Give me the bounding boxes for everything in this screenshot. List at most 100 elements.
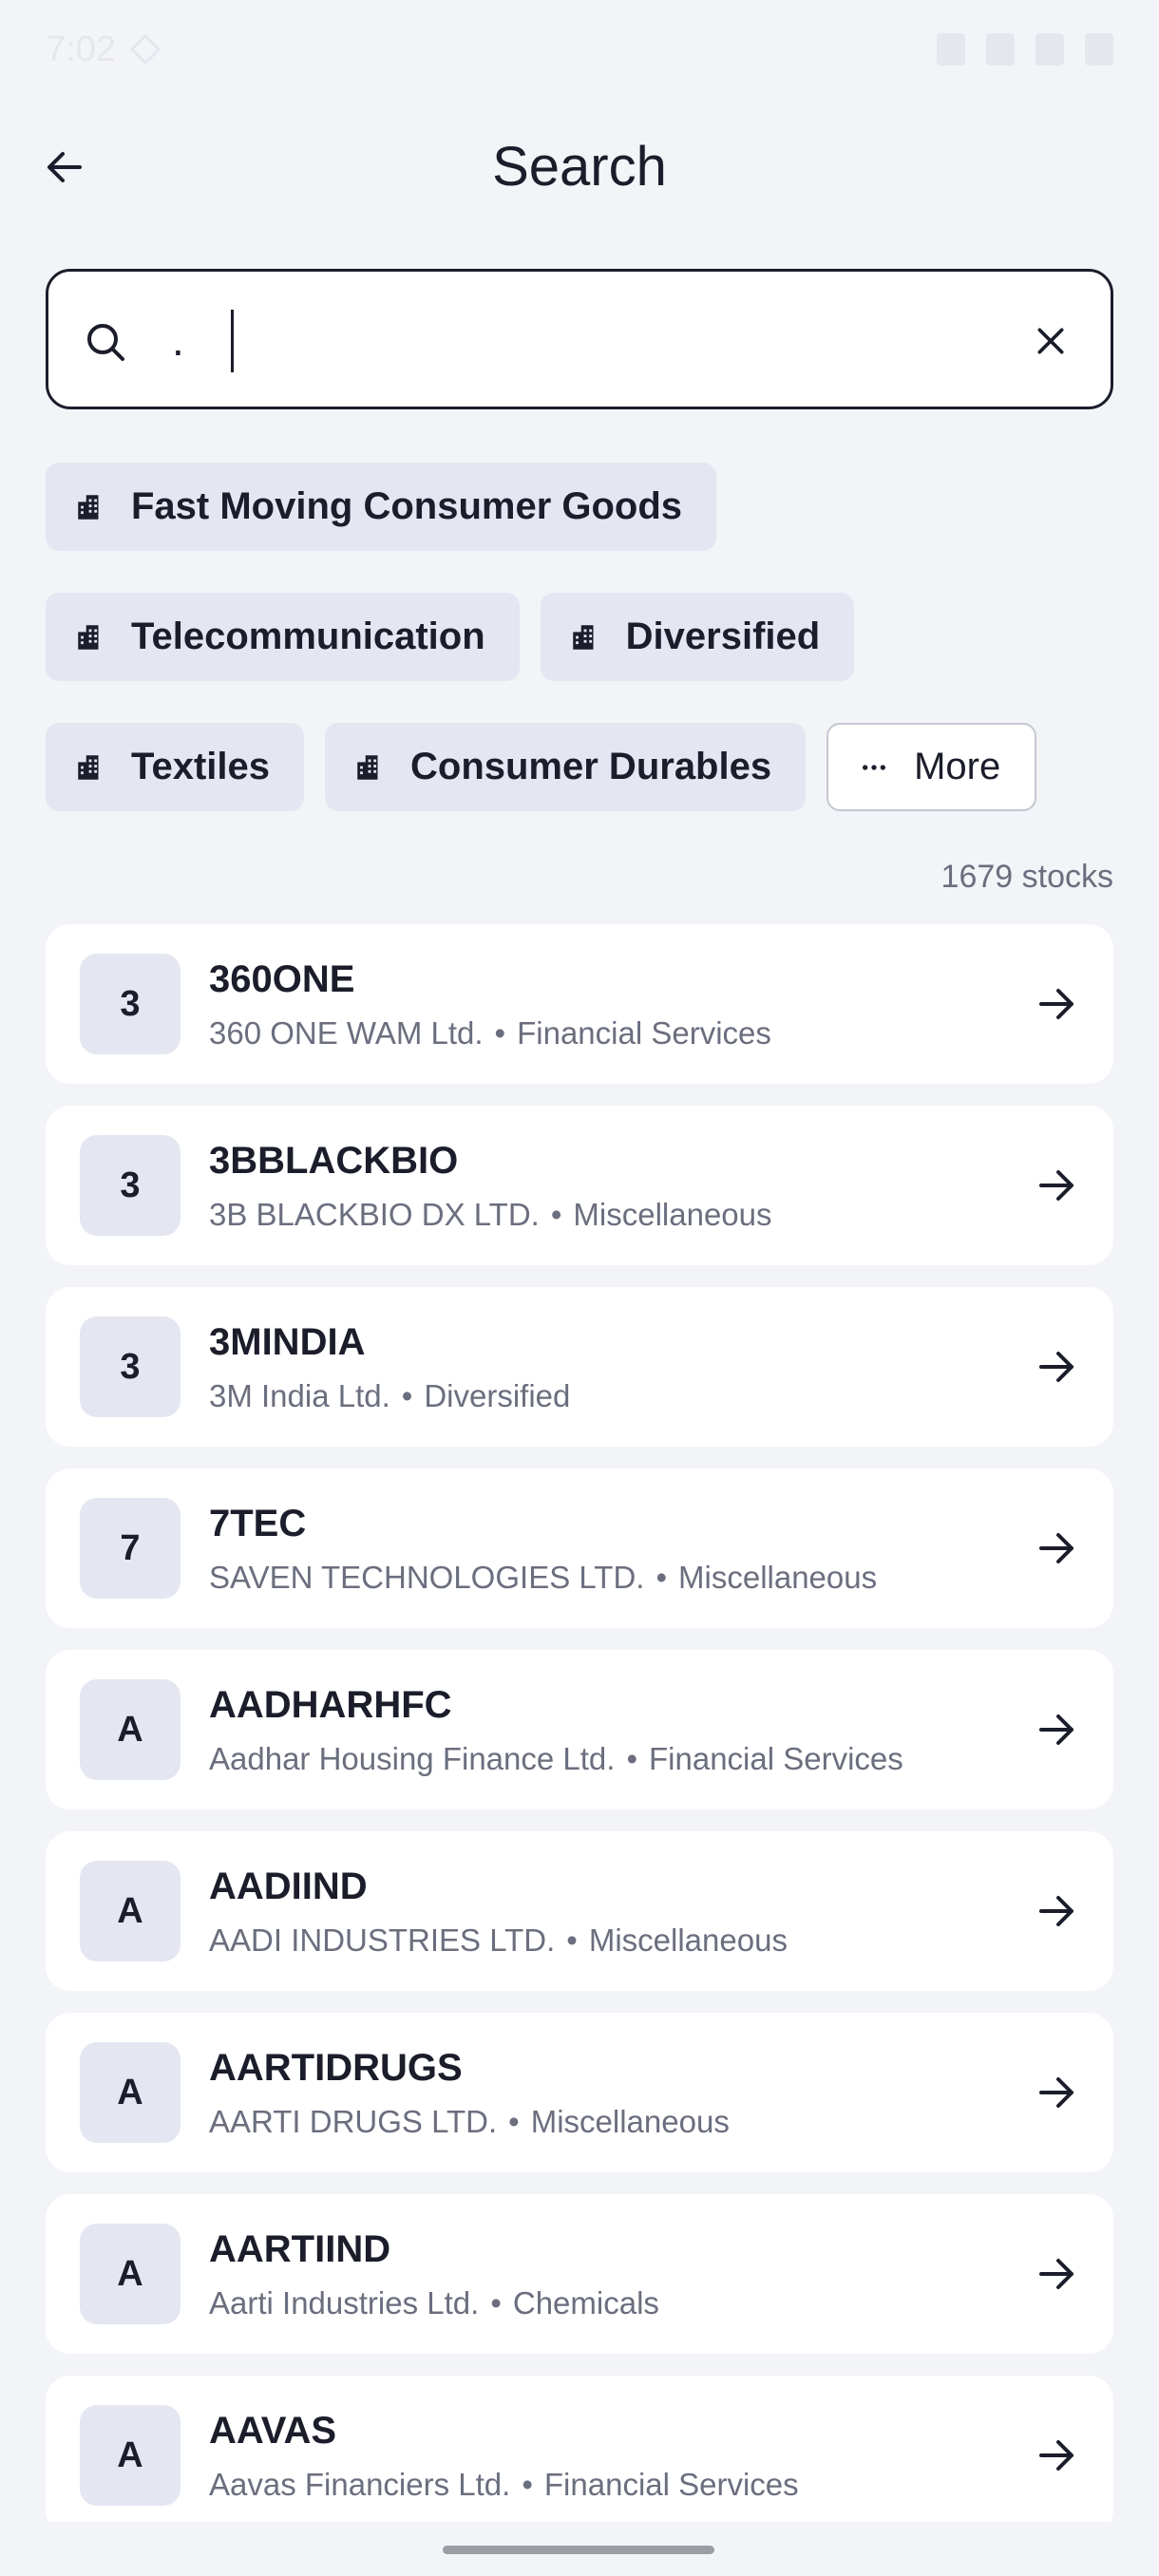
- arrow-right-icon: [1039, 2077, 1074, 2108]
- company-name: 3M India Ltd.: [209, 1378, 390, 1413]
- sector-name: Miscellaneous: [588, 1923, 788, 1958]
- chip-row: Telecommunication Diversified: [46, 593, 1113, 681]
- stock-avatar: 7: [80, 1498, 180, 1599]
- stock-avatar: 3: [80, 1135, 180, 1236]
- search-input[interactable]: [172, 300, 1027, 380]
- sector-name: Financial Services: [543, 2467, 799, 2502]
- separator-dot: •: [626, 1741, 637, 1776]
- chip-diversified[interactable]: Diversified: [540, 593, 855, 681]
- app-bar: Search: [0, 114, 1159, 218]
- stock-avatar: 3: [80, 1316, 180, 1417]
- stock-subtitle: 360 ONE WAM Ltd. • Financial Services: [209, 1015, 771, 1051]
- building-icon: [357, 754, 378, 780]
- stock-avatar: 3: [80, 954, 180, 1054]
- chip-consumer-durables[interactable]: Consumer Durables: [325, 723, 807, 811]
- chip-telecommunication[interactable]: Telecommunication: [46, 593, 520, 681]
- stock-symbol: AADIIND: [209, 1866, 368, 1907]
- close-icon: [1037, 328, 1064, 354]
- status-icons: [937, 33, 1113, 66]
- search-box[interactable]: [46, 269, 1113, 409]
- stock-avatar: A: [80, 2042, 180, 2143]
- company-name: SAVEN TECHNOLOGIES LTD.: [209, 1560, 645, 1595]
- page-title: Search: [492, 136, 667, 198]
- stock-symbol: 360ONE: [209, 958, 355, 1000]
- company-name: AARTI DRUGS LTD.: [209, 2104, 498, 2139]
- text-caret: [231, 310, 234, 372]
- stock-row[interactable]: A AADIIND AADI INDUSTRIES LTD. • Miscellan…: [46, 1831, 1113, 1991]
- separator-dot: •: [490, 2285, 502, 2320]
- stock-avatar: A: [80, 1861, 180, 1961]
- separator-dot: •: [522, 2467, 533, 2502]
- stock-subtitle: Aadhar Housing Finance Ltd. • Financial Se…: [209, 1741, 903, 1777]
- stock-subtitle: Aarti Industries Ltd. • Chemicals: [209, 2285, 659, 2321]
- chip-textiles[interactable]: Textiles: [46, 723, 304, 811]
- separator-dot: •: [508, 2104, 520, 2139]
- stock-row[interactable]: A AARTIDRUGS AARTI DRUGS LTD. • Miscellane…: [46, 2013, 1113, 2172]
- stock-symbol: 7TEC: [209, 1503, 307, 1544]
- sector-name: Chemicals: [512, 2285, 659, 2320]
- arrow-right-icon: [1039, 1896, 1074, 1926]
- stock-subtitle: 3B BLACKBIO DX LTD. • Miscellaneous: [209, 1197, 772, 1233]
- more-chips-button[interactable]: More: [826, 723, 1037, 811]
- chip-row: Textiles Consumer Durables More: [46, 723, 1113, 811]
- chip-row: Fast Moving Consumer Goods: [46, 463, 1113, 551]
- building-icon: [572, 624, 594, 650]
- arrow-right-icon: [1039, 989, 1074, 1019]
- arrow-right-icon: [1039, 1352, 1074, 1382]
- building-icon: [78, 494, 99, 520]
- stock-subtitle: Aavas Financiers Ltd. • Financial Services: [209, 2467, 799, 2503]
- stock-symbol: AADHARHFC: [209, 1684, 452, 1726]
- chip-label: Consumer Durables: [410, 746, 772, 787]
- clear-search-button[interactable]: [1019, 310, 1082, 372]
- separator-dot: •: [550, 1197, 562, 1232]
- arrow-right-icon: [1039, 2440, 1074, 2471]
- company-name: AADI INDUSTRIES LTD.: [209, 1923, 556, 1958]
- chip-label: Textiles: [131, 746, 270, 787]
- stock-row[interactable]: 3 3BBLACKBIO 3B BLACKBIO DX LTD. • Miscell…: [46, 1106, 1113, 1265]
- clock: 7:02: [46, 28, 116, 69]
- sector-name: Financial Services: [517, 1015, 771, 1051]
- arrow-right-icon: [1039, 1533, 1074, 1563]
- chip-label: Telecommunication: [131, 616, 485, 657]
- arrow-right-icon: [1039, 2259, 1074, 2289]
- wifi-icon: [986, 33, 1015, 66]
- stock-subtitle: AADI INDUSTRIES LTD. • Miscellaneous: [209, 1923, 788, 1959]
- separator-dot: •: [656, 1560, 668, 1595]
- home-indicator[interactable]: [443, 2546, 714, 2554]
- arrow-right-icon: [1039, 1170, 1074, 1201]
- stock-row[interactable]: A AAVAS Aavas Financiers Ltd. • Financial …: [46, 2376, 1113, 2522]
- sector-name: Diversified: [424, 1378, 571, 1413]
- stock-avatar: A: [80, 2405, 180, 2506]
- battery-icon: [1085, 33, 1113, 66]
- chip-fmcg[interactable]: Fast Moving Consumer Goods: [46, 463, 717, 551]
- stock-avatar: A: [80, 2224, 180, 2324]
- stock-symbol: 3BBLACKBIO: [209, 1140, 459, 1182]
- more-label: More: [914, 746, 1001, 787]
- separator-dot: •: [494, 1015, 506, 1051]
- chip-label: Diversified: [625, 616, 821, 657]
- stock-symbol: 3MINDIA: [209, 1321, 366, 1363]
- wifi-call-icon: [937, 33, 965, 66]
- stock-avatar: A: [80, 1679, 180, 1780]
- result-count: 1679 stocks: [940, 859, 1113, 895]
- stock-row[interactable]: A AADHARHFC Aadhar Housing Finance Ltd. •…: [46, 1650, 1113, 1809]
- company-name: Aadhar Housing Finance Ltd.: [209, 1741, 616, 1776]
- sector-name: Financial Services: [649, 1741, 903, 1776]
- stock-subtitle: 3M India Ltd. • Diversified: [209, 1378, 570, 1414]
- stock-results-list[interactable]: 3 360ONE 360 ONE WAM Ltd. • Financial Serv…: [46, 924, 1113, 2522]
- stock-symbol: AARTIDRUGS: [209, 2047, 463, 2089]
- stock-row[interactable]: 3 3MINDIA 3M India Ltd. • Diversified: [46, 1287, 1113, 1447]
- separator-dot: •: [566, 1923, 578, 1958]
- stock-row[interactable]: 3 360ONE 360 ONE WAM Ltd. • Financial Serv…: [46, 924, 1113, 1084]
- stock-subtitle: AARTI DRUGS LTD. • Miscellaneous: [209, 2104, 730, 2140]
- company-name: Aarti Industries Ltd.: [209, 2285, 480, 2320]
- stock-row[interactable]: 7 7TEC SAVEN TECHNOLOGIES LTD. • Miscellan…: [46, 1468, 1113, 1628]
- stock-row[interactable]: A AARTIIND Aarti Industries Ltd. • Chemica…: [46, 2194, 1113, 2354]
- building-icon: [78, 624, 99, 650]
- company-name: Aavas Financiers Ltd.: [209, 2467, 511, 2502]
- chip-label: Fast Moving Consumer Goods: [131, 485, 683, 527]
- sector-name: Miscellaneous: [530, 2104, 730, 2139]
- sector-name: Miscellaneous: [573, 1197, 772, 1232]
- status-bar: 7:02: [0, 0, 1159, 99]
- location-diamond-icon: [129, 33, 162, 66]
